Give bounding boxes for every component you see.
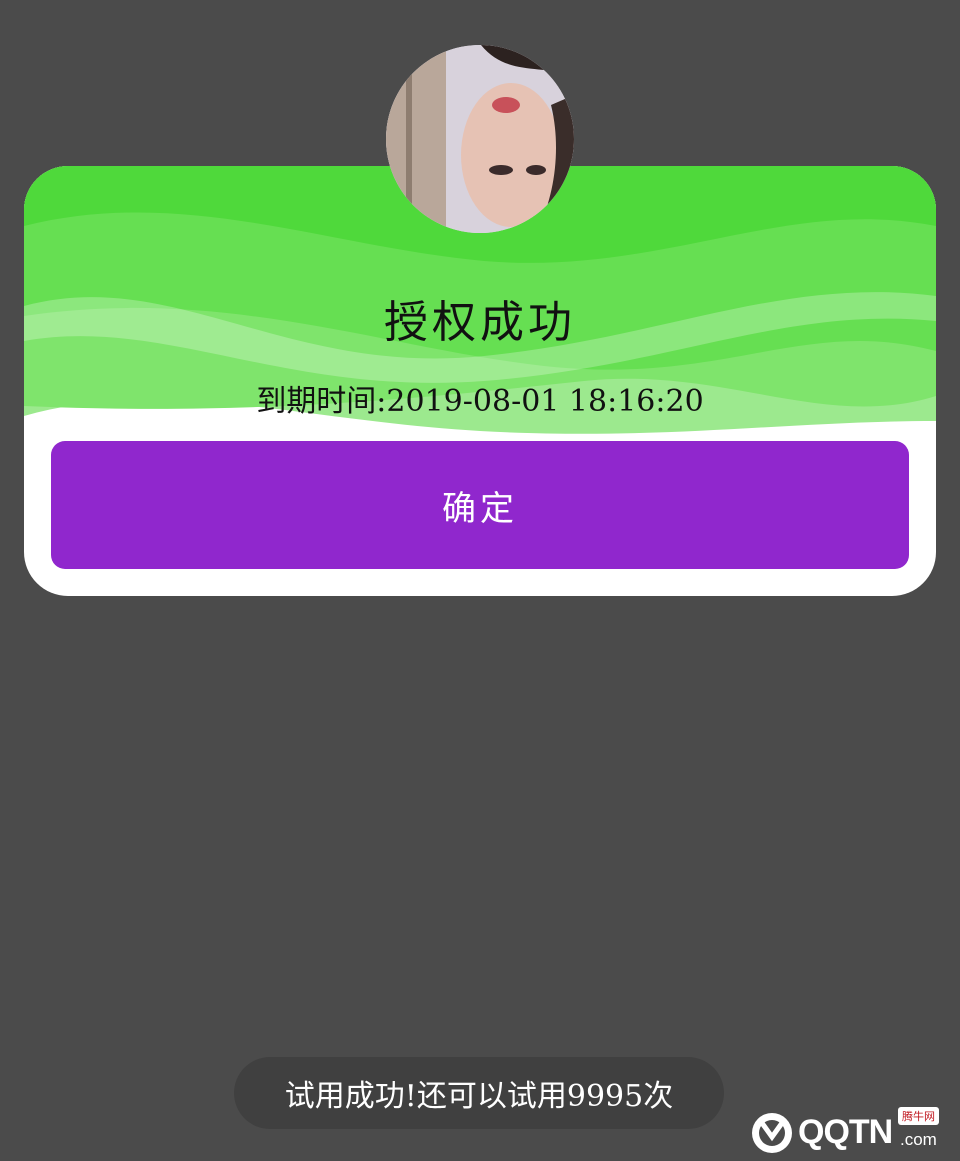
- avatar-photo-icon: [386, 45, 574, 233]
- trial-toast: 试用成功!还可以试用9995次: [234, 1057, 724, 1129]
- expiry-time-text: 到期时间:2019-08-01 18:16:20: [256, 384, 704, 419]
- watermark-tag: 腾牛网: [898, 1107, 939, 1125]
- qqtn-watermark: QQTN 腾牛网 .com: [748, 1105, 953, 1157]
- qqtn-logo-icon: [752, 1113, 792, 1153]
- watermark-suffix: .com: [900, 1130, 937, 1149]
- confirm-button[interactable]: 确定: [51, 441, 909, 569]
- auth-success-title: 授权成功: [384, 297, 576, 348]
- user-avatar: [386, 45, 574, 233]
- watermark-brand: QQTN: [798, 1113, 893, 1151]
